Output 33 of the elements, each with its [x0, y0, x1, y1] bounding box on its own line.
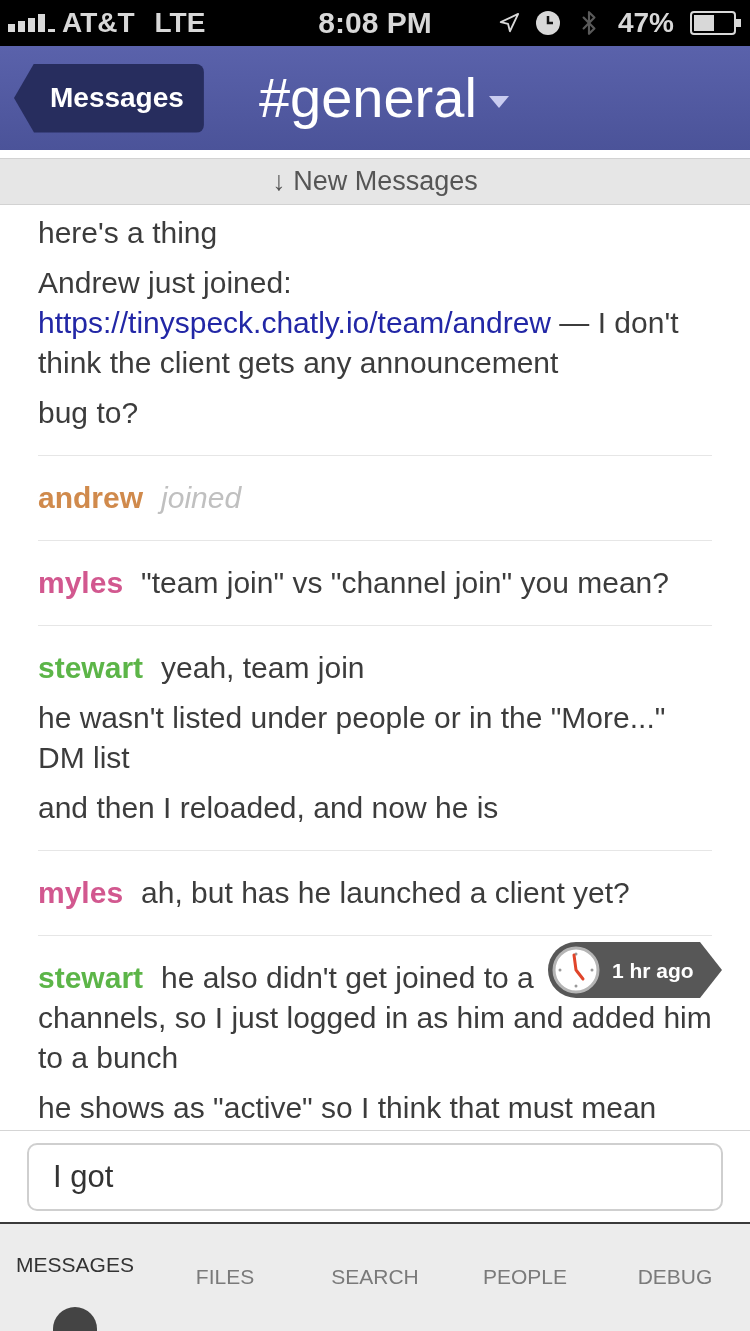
author-name[interactable]: myles: [38, 566, 124, 599]
author-name[interactable]: stewart: [38, 958, 144, 998]
location-arrow-icon: [497, 12, 520, 34]
message-text: ah, but has he launched a client yet?: [141, 876, 630, 909]
message-text: he also didn't get joined to a: [161, 960, 534, 996]
message-input[interactable]: I got: [27, 1142, 723, 1211]
dropdown-caret-icon: [488, 96, 509, 108]
tab-button[interactable]: PEOPLE: [450, 1224, 600, 1331]
battery-percent: 47%: [617, 9, 674, 37]
message-text: and then I reloaded, and now he is: [38, 790, 500, 826]
tab-button[interactable]: MESSAGES: [0, 1224, 150, 1331]
message-text: yeah, team join: [161, 651, 365, 684]
message-link[interactable]: https://tinyspeck.chatly.io/team/andrew: [38, 306, 552, 339]
signal-bars-icon: [8, 14, 56, 32]
author-name[interactable]: stewart: [38, 651, 144, 684]
network-label: LTE: [154, 9, 206, 37]
message-text: bug to?: [38, 395, 140, 431]
message-text: here's a thing: [38, 215, 219, 251]
back-button[interactable]: Messages: [14, 63, 204, 133]
tab-button[interactable]: FILES: [150, 1224, 300, 1331]
battery-icon: [690, 11, 742, 35]
clock-icon: [535, 11, 560, 35]
message-text: he shows as "active" so I think that must mean: [38, 1090, 658, 1126]
tab-button[interactable]: DEBUG: [600, 1224, 750, 1331]
clock-time: 8:08 PM: [318, 8, 432, 38]
time-label: 1 hr ago: [612, 959, 694, 981]
author-name[interactable]: andrew: [38, 481, 144, 514]
carrier-label: AT&T: [62, 9, 135, 37]
message-text: "team join" vs "channel join" you mean?: [141, 566, 669, 599]
new-messages-button[interactable]: ↓ New Messages: [0, 158, 750, 205]
author-name[interactable]: myles: [38, 876, 124, 909]
clock-icon: [552, 946, 600, 994]
tab-button[interactable]: SEARCH: [300, 1224, 450, 1331]
